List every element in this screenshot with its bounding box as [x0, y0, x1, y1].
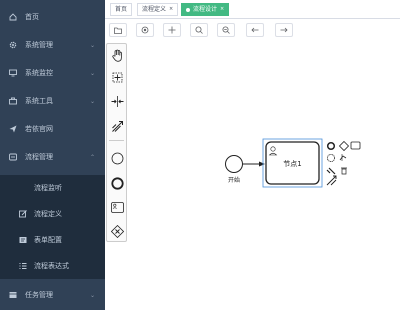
- arrowhead-icon: [259, 161, 265, 167]
- delete-icon[interactable]: [341, 167, 347, 175]
- start-event-label: 开始: [227, 177, 240, 184]
- user-task-label: 节点1: [283, 160, 302, 168]
- append-intermediate-event-icon[interactable]: [326, 153, 335, 162]
- append-task-icon[interactable]: [350, 141, 361, 150]
- append-end-event-icon[interactable]: [326, 141, 336, 151]
- wrench-icon[interactable]: [326, 167, 336, 175]
- connect-icon[interactable]: [326, 175, 337, 186]
- diagram-layer: [225, 138, 361, 188]
- append-gateway-icon[interactable]: [338, 140, 350, 152]
- app-window: 首页 系统管理 ⌄ 系统监控 ⌄ 系统工具 ⌄ 若依官网 流程管理 ⌃ 流程监听…: [0, 0, 400, 310]
- text-annotation-icon[interactable]: [339, 155, 347, 161]
- start-event[interactable]: [225, 155, 243, 173]
